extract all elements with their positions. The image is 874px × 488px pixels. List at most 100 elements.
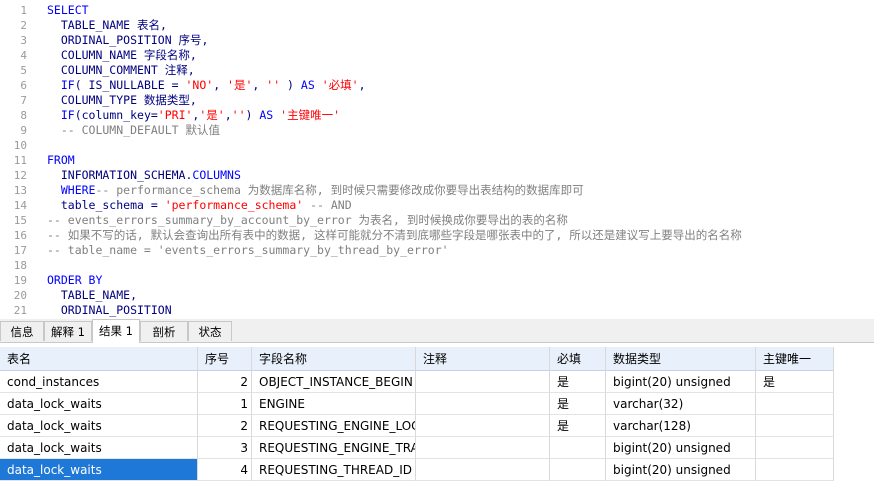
code-text: FROM [47,153,75,168]
table-cell[interactable]: 2 [198,415,252,437]
table-cell[interactable]: 是 [756,371,834,393]
code-token: (column_key= [74,108,158,122]
code-line[interactable]: 9 -- COLUMN_DEFAULT 默认值 [0,123,874,138]
code-line[interactable]: 12 INFORMATION_SCHEMA.COLUMNS [0,168,874,183]
code-line[interactable]: 17 -- table_name = 'events_errors_summary… [0,243,874,258]
code-line[interactable]: 8 IF(column_key='PRI','是','') AS '主键唯一' [0,108,874,123]
tab-2[interactable]: 解释 1 [44,321,92,341]
code-line[interactable]: 3 ORDINAL_POSITION 序号, [0,33,874,48]
line-number: 12 [13,169,27,182]
tab-3[interactable]: 结果 1 [92,319,140,343]
table-cell[interactable] [416,371,550,393]
table-cell[interactable]: 是 [550,393,606,415]
line-number: 14 [13,199,27,212]
code-line[interactable]: 20 TABLE_NAME, [0,288,874,303]
table-cell[interactable] [756,393,834,415]
table-cell[interactable] [550,459,606,481]
table-cell[interactable]: ENGINE [252,393,416,415]
code-line[interactable]: 6 IF( IS_NULLABLE = 'NO', '是', '' ) AS '… [0,78,874,93]
table-cell[interactable]: 2 [198,371,252,393]
table-row[interactable]: data_lock_waits 1 ENGINE 是 varchar(32) [0,393,834,415]
table-cell[interactable] [756,459,834,481]
table-cell[interactable] [550,437,606,459]
table-row[interactable]: data_lock_waits3REQUESTING_ENGINE_TRANSA… [0,437,834,459]
code-line[interactable]: 16 -- 如果不写的话, 默认会查询出所有表中的数据, 这样可能就分不清到底哪些… [0,228,874,243]
line-number: 1 [20,4,27,17]
code-line[interactable]: 13 WHERE-- performance_schema 为数据库名称, 到时… [0,183,874,198]
code-line[interactable]: 19 ORDER BY [0,273,874,288]
code-line[interactable]: 5 COLUMN_COMMENT 注释, [0,63,874,78]
tab-1[interactable]: 信息 [0,321,44,341]
tab-5[interactable]: 状态 [188,321,232,341]
table-cell[interactable]: 1 [198,393,252,415]
code-token: FROM [47,153,75,167]
column-header[interactable]: 注释 [416,347,550,371]
code-line[interactable]: 11 FROM [0,153,874,168]
line-number: 18 [13,259,27,272]
code-token: ( IS_NULLABLE = [74,78,186,92]
code-text: ORDINAL_POSITION [47,303,172,317]
table-cell[interactable]: cond_instances [0,371,198,393]
table-row[interactable]: data_lock_waits2REQUESTING_ENGINE_LOCK_I… [0,415,834,437]
tab-4[interactable]: 剖析 [140,321,188,341]
table-cell[interactable] [416,415,550,437]
table-cell[interactable]: REQUESTING_ENGINE_TRANSACTION_ID [252,437,416,459]
table-cell[interactable]: bigint(20) unsigned [606,437,756,459]
column-header[interactable]: 主键唯一 [756,347,834,371]
table-cell[interactable]: data_lock_waits [0,459,198,481]
sql-editor[interactable]: 1 SELECT 2 TABLE_NAME 表名, 3 ORDINAL_POSITIO… [0,0,874,317]
table-cell[interactable]: data_lock_waits [0,415,198,437]
table-row[interactable]: data_lock_waits 4 REQUESTING_THREAD_ID bigi… [0,459,834,481]
line-number: 13 [13,184,27,197]
table-cell[interactable]: data_lock_waits [0,437,198,459]
table-cell[interactable] [416,437,550,459]
code-token: 'PRI' [157,108,193,122]
table-cell[interactable]: varchar(32) [606,393,756,415]
line-number: 15 [13,214,27,227]
code-token: 'performance_schema' [164,198,304,212]
line-number: 17 [13,244,27,257]
line-number: 19 [13,274,27,287]
code-line[interactable]: 14 table_schema = 'performance_schema' -… [0,198,874,213]
table-cell[interactable]: 是 [550,371,606,393]
code-line[interactable]: 15 -- events_errors_summary_by_account_by… [0,213,874,228]
table-cell[interactable]: data_lock_waits [0,393,198,415]
table-cell[interactable]: varchar(128) [606,415,756,437]
line-number: 16 [13,229,27,242]
code-token: -- 如果不写的话, 默认会查询出所有表中的数据, 这样可能就分不清到底哪些字段… [47,228,742,242]
table-cell[interactable]: OBJECT_INSTANCE_BEGIN [252,371,416,393]
column-header[interactable]: 表名 [0,347,198,371]
line-number: 21 [13,304,27,317]
table-cell[interactable] [416,393,550,415]
table-cell[interactable] [416,459,550,481]
table-cell[interactable] [756,415,834,437]
code-line[interactable]: 18 [0,258,874,273]
table-cell[interactable]: 是 [550,415,606,437]
table-cell[interactable]: REQUESTING_ENGINE_LOCK_ID [252,415,416,437]
column-header[interactable]: 字段名称 [252,347,416,371]
code-line[interactable]: 4 COLUMN_NAME 字段名称, [0,48,874,63]
table-cell[interactable]: 4 [198,459,252,481]
code-token: INFORMATION_SCHEMA. [47,168,193,182]
column-header[interactable]: 数据类型 [606,347,756,371]
code-line[interactable]: 2 TABLE_NAME 表名, [0,18,874,33]
code-token: AS [300,78,315,92]
table-cell[interactable]: 3 [198,437,252,459]
code-text: TABLE_NAME, [47,288,137,303]
code-token: '必填' [321,78,359,92]
code-token: '主键唯一' [280,108,341,122]
table-row[interactable]: cond_instances 2 OBJECT_INSTANCE_BEGIN 是 big… [0,371,834,393]
table-cell[interactable]: bigint(20) unsigned [606,371,756,393]
column-header[interactable]: 必填 [550,347,606,371]
code-line[interactable]: 21 ORDINAL_POSITION [0,303,874,317]
column-header[interactable]: 序号 [198,347,252,371]
table-cell[interactable]: bigint(20) unsigned [606,459,756,481]
result-grid[interactable]: 表名 序号 字段名称 注释 必填 数据类型 主键唯一 cond_instances 2 OBJE… [0,344,874,488]
code-token: -- COLUMN_DEFAULT 默认值 [47,123,220,137]
table-cell[interactable] [756,437,834,459]
code-text: table_schema = 'performance_schema' -- A… [47,198,352,213]
code-line[interactable]: 1 SELECT [0,3,874,18]
code-line[interactable]: 7 COLUMN_TYPE 数据类型, [0,93,874,108]
table-cell[interactable]: REQUESTING_THREAD_ID [252,459,416,481]
code-line[interactable]: 10 [0,138,874,153]
